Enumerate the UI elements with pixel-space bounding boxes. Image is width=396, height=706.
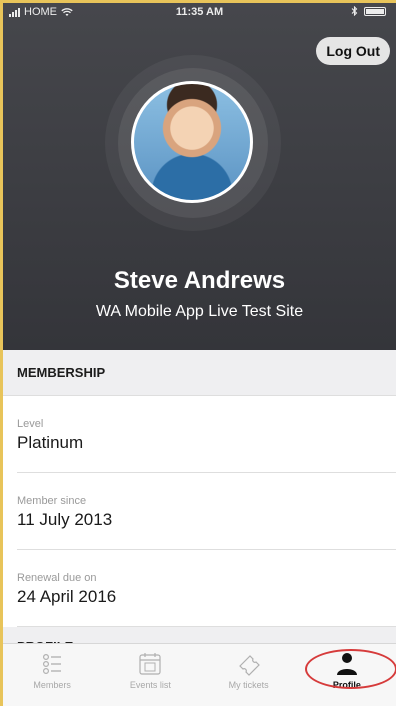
membership-section-header: MEMBERSHIP (3, 350, 396, 396)
logout-button[interactable]: Log Out (316, 37, 390, 65)
tab-events-list[interactable]: Events list (101, 644, 199, 706)
tab-label: Members (33, 680, 71, 690)
field-value: Platinum (17, 433, 84, 452)
tab-my-tickets[interactable]: My tickets (200, 644, 298, 706)
battery-icon (364, 6, 386, 16)
profile-tab-highlight (305, 649, 396, 689)
field-label: Renewal due on (17, 572, 97, 584)
avatar (131, 81, 253, 203)
field-label: Level (17, 418, 44, 430)
tab-members[interactable]: Members (3, 644, 101, 706)
status-bar: HOME 11:35 AM (3, 3, 396, 23)
member-since-field: Member since 11 July 2013 (3, 473, 396, 550)
field-value: 11 July 2013 (17, 510, 113, 529)
ticket-icon (238, 655, 260, 676)
profile-content: MEMBERSHIP Level Platinum Member since 1… (3, 350, 396, 667)
field-label: Member since (17, 495, 87, 507)
members-list-icon (43, 653, 62, 675)
app-screen: HOME 11:35 AM Log Out Steve Andrews WA M… (0, 0, 396, 706)
status-right (351, 6, 386, 16)
bluetooth-icon (351, 6, 358, 16)
field-value: 24 April 2016 (17, 587, 117, 606)
tab-label: Events list (129, 680, 171, 690)
renewal-due-field: Renewal due on 24 April 2016 (3, 550, 396, 627)
membership-level-field: Level Platinum (3, 396, 396, 473)
profile-header: HOME 11:35 AM Log Out Steve Andrews WA M… (3, 3, 396, 350)
site-name: WA Mobile App Live Test Site (95, 303, 304, 320)
tab-label: My tickets (228, 680, 269, 690)
status-time: 11:35 AM (175, 6, 224, 18)
calendar-icon (139, 653, 161, 675)
user-name: Steve Andrews (113, 267, 286, 294)
